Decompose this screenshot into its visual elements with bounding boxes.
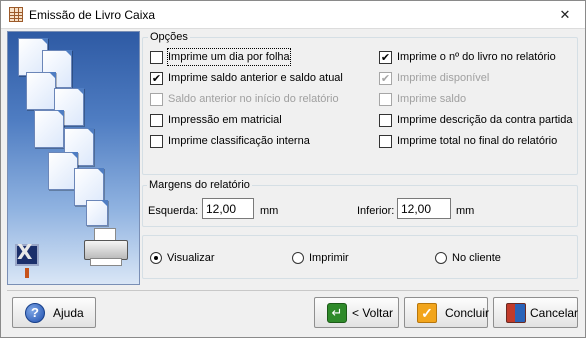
options-group-title: Opções: [148, 31, 190, 43]
exit-door-icon: [506, 303, 526, 323]
help-button[interactable]: ? Ajuda: [12, 297, 96, 328]
checkbox-one-day-per-page[interactable]: Imprime um dia por folha: [150, 48, 350, 66]
bottom-separator: [7, 290, 579, 291]
cancel-button-label: Cancelar: [530, 306, 579, 320]
checkbox-label: Imprime saldo: [397, 93, 467, 105]
checkbox-previous-balance-at-start: Saldo anterior no início do relatório: [150, 91, 360, 107]
radio-label: No cliente: [452, 252, 501, 264]
close-button[interactable]: ✕: [556, 7, 574, 23]
ledger-app-icon: [9, 7, 23, 22]
left-margin-input[interactable]: [202, 198, 254, 219]
checkbox-label: Imprime descrição da contra partida: [397, 114, 573, 126]
checkbox-label: Saldo anterior no início do relatório: [168, 93, 339, 105]
checkbox-box: [379, 93, 392, 106]
window-title: Emissão de Livro Caixa: [29, 8, 156, 22]
document-icon: [26, 72, 56, 110]
left-margin-unit: mm: [260, 205, 279, 217]
back-button-label: < Voltar: [352, 306, 394, 320]
title-bar: Emissão de Livro Caixa ✕: [1, 1, 585, 29]
checkbox-label: Imprime saldo anterior e saldo atual: [168, 72, 343, 84]
checkmark-icon: ✓: [417, 303, 437, 323]
checkbox-box: ✔: [379, 72, 392, 85]
back-arrow-icon: ↵: [327, 303, 347, 323]
margins-group-title: Margens do relatório: [147, 179, 252, 191]
finish-flag-icon: X: [11, 240, 45, 280]
checkbox-counterpart-description[interactable]: Imprime descrição da contra partida: [379, 112, 575, 128]
cancel-button[interactable]: Cancelar: [493, 297, 578, 328]
bottom-margin-input[interactable]: [397, 198, 451, 219]
checkbox-balance: Imprime saldo: [379, 91, 575, 107]
checkbox-label: Imprime o nº do livro no relatório: [397, 51, 556, 63]
radio-print[interactable]: Imprimir: [292, 250, 392, 266]
checkbox-label: Imprime classificação interna: [168, 135, 310, 147]
document-icon: [86, 200, 108, 226]
checkbox-box[interactable]: [379, 135, 392, 148]
checkbox-book-number[interactable]: ✔ Imprime o nº do livro no relatório: [379, 49, 575, 65]
back-button[interactable]: ↵ < Voltar: [314, 297, 399, 328]
radio-dot[interactable]: [435, 252, 447, 264]
radio-label: Imprimir: [309, 252, 349, 264]
checkbox-dot-matrix[interactable]: Impressão em matricial: [150, 112, 350, 128]
finish-button[interactable]: ✓ Concluir: [404, 297, 490, 328]
radio-dot[interactable]: [150, 252, 162, 264]
checkbox-box[interactable]: [379, 114, 392, 127]
checkbox-box[interactable]: ✔: [150, 72, 163, 85]
checkbox-label: Imprime um dia por folha: [167, 48, 291, 66]
help-button-label: Ajuda: [53, 306, 84, 320]
checkbox-box[interactable]: [150, 51, 163, 64]
printer-icon: [84, 228, 128, 268]
checkbox-box[interactable]: [150, 135, 163, 148]
help-icon: ?: [25, 303, 45, 323]
margins-group: Margens do relatório Esquerda: mm Inferi…: [142, 179, 578, 227]
checkbox-box[interactable]: [150, 114, 163, 127]
checkbox-box: [150, 93, 163, 106]
checkbox-label: Impressão em matricial: [168, 114, 282, 126]
dialog-window: Emissão de Livro Caixa ✕ X Opções Imprim…: [0, 0, 586, 338]
bottom-margin-unit: mm: [456, 205, 475, 217]
checkbox-box[interactable]: ✔: [379, 51, 392, 64]
options-group: Opções Imprime um dia por folha ✔ Imprim…: [142, 31, 578, 175]
wizard-side-banner: X: [7, 31, 140, 285]
radio-label: Visualizar: [167, 252, 215, 264]
radio-client[interactable]: No cliente: [435, 250, 535, 266]
document-icon: [34, 110, 64, 148]
radio-dot[interactable]: [292, 252, 304, 264]
checkbox-available: ✔ Imprime disponível: [379, 70, 575, 86]
left-margin-label: Esquerda:: [148, 205, 199, 217]
finish-button-label: Concluir: [445, 306, 490, 320]
checkbox-total-at-end[interactable]: Imprime total no final do relatório: [379, 133, 575, 149]
checkbox-previous-current-balance[interactable]: ✔ Imprime saldo anterior e saldo atual: [150, 70, 360, 86]
bottom-margin-label: Inferior:: [357, 205, 395, 217]
checkbox-label: Imprime disponível: [397, 72, 490, 84]
radio-preview[interactable]: Visualizar: [150, 250, 250, 266]
checkbox-internal-classification[interactable]: Imprime classificação interna: [150, 133, 350, 149]
checkbox-label: Imprime total no final do relatório: [397, 135, 558, 147]
output-group: Visualizar Imprimir No cliente: [142, 235, 578, 279]
